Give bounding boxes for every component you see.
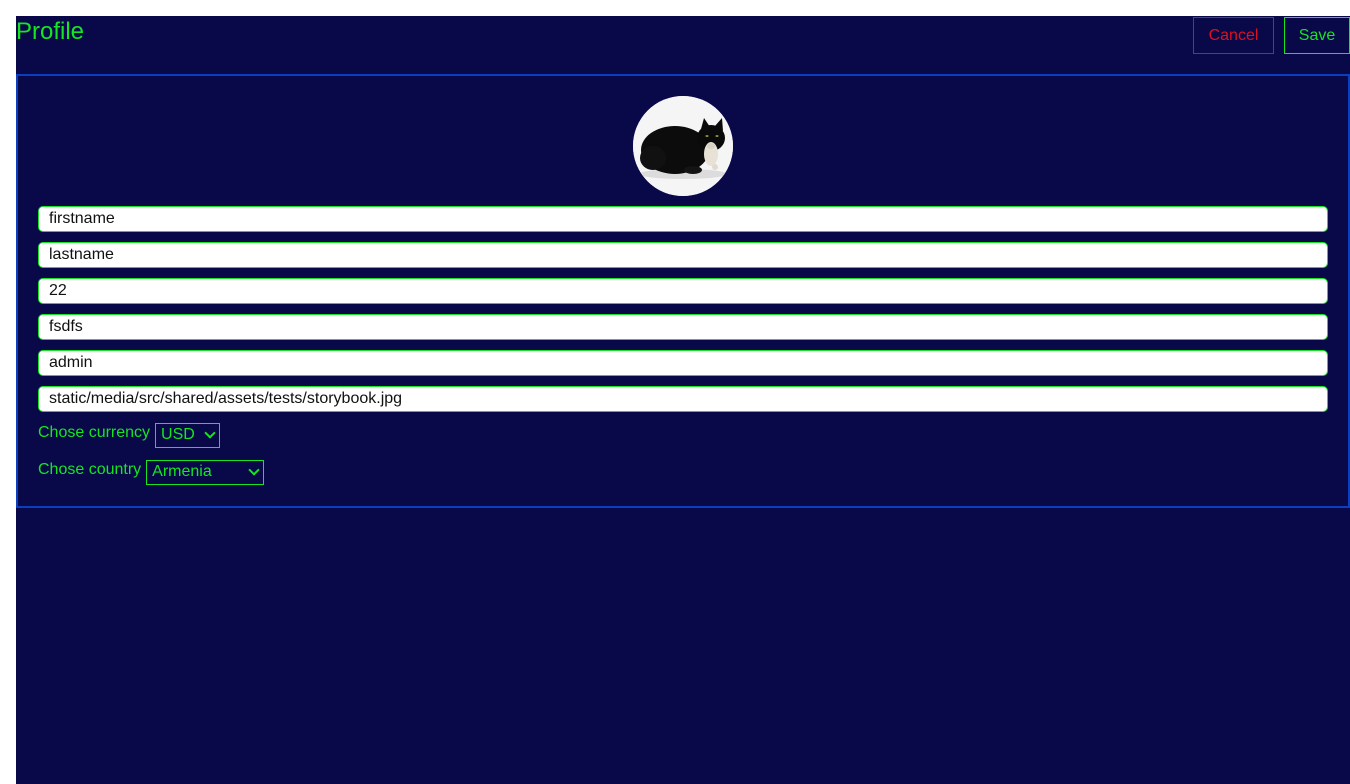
avatar (633, 96, 733, 196)
country-select-value: Armenia (152, 463, 212, 480)
firstname-field[interactable]: firstname (38, 206, 1328, 232)
country-label: Chose country (38, 461, 142, 478)
country-row: Chose country Armenia (38, 458, 265, 486)
page-header: Profile Cancel Save (16, 16, 1350, 56)
currency-row: Chose currency USD (38, 421, 221, 449)
username-field[interactable]: admin (38, 350, 1328, 376)
avatar-path-field[interactable]: static/media/src/shared/assets/tests/sto… (38, 386, 1328, 412)
currency-select[interactable]: USD (155, 422, 221, 448)
city-field[interactable]: fsdfs (38, 314, 1328, 340)
country-select[interactable]: Armenia (146, 459, 265, 485)
profile-page: Profile Cancel Save firstname lastname 2… (16, 16, 1350, 784)
cancel-button[interactable]: Cancel (1193, 17, 1274, 54)
age-field[interactable]: 22 (38, 278, 1328, 304)
currency-select-value: USD (161, 426, 195, 443)
save-button[interactable]: Save (1284, 17, 1350, 54)
page-title: Profile (16, 18, 85, 45)
lastname-field[interactable]: lastname (38, 242, 1328, 268)
cat-avatar-image (633, 96, 733, 196)
profile-card: firstname lastname 22 fsdfs admin static… (16, 74, 1350, 508)
chevron-down-icon (204, 427, 216, 439)
chevron-down-icon (248, 464, 260, 476)
currency-label: Chose currency (38, 424, 151, 441)
